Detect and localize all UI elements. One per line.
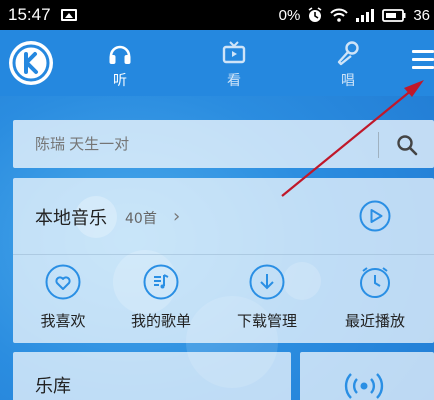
radio-card[interactable] <box>300 352 434 400</box>
image-notification-icon <box>60 9 77 21</box>
tab-watch-label: 看 <box>227 73 241 89</box>
heart-icon <box>45 264 81 300</box>
local-music-title[interactable]: 本地音乐 <box>35 204 107 230</box>
playlist-icon <box>143 264 179 300</box>
tv-icon <box>204 38 264 66</box>
download-icon <box>249 264 285 300</box>
status-time: 15:47 <box>8 5 51 24</box>
microphone-icon <box>318 38 378 66</box>
quick-favorites-label: 我喜欢 <box>40 312 86 330</box>
quick-downloads[interactable]: 下载管理 <box>227 264 307 331</box>
alarm-icon <box>307 7 323 23</box>
headphones-icon <box>90 38 150 66</box>
play-all-button[interactable] <box>359 200 391 232</box>
tab-watch[interactable]: 看 <box>204 38 264 90</box>
quick-favorites[interactable]: 我喜欢 <box>23 264 103 331</box>
radio-broadcast-icon <box>344 370 384 400</box>
local-music-card: 本地音乐 40首 › 我喜欢 我的歌单 下载管理 最近播放 <box>13 178 434 343</box>
tab-listen[interactable]: 听 <box>90 38 150 90</box>
signal-icon <box>355 8 375 22</box>
clock-icon <box>357 264 393 300</box>
status-icons: 0% 36 <box>279 7 434 24</box>
top-nav: 听 看 唱 <box>0 30 434 96</box>
search-icon <box>397 135 418 156</box>
divider <box>13 254 434 255</box>
local-music-count: 40首 <box>125 211 157 227</box>
quick-playlists[interactable]: 我的歌单 <box>121 264 201 331</box>
menu-icon[interactable] <box>412 50 434 74</box>
music-library-card[interactable]: 乐库 <box>13 352 291 400</box>
battery-level-label: 36 <box>413 6 430 24</box>
search-divider <box>378 132 379 158</box>
data-usage-label: 0% <box>278 6 301 24</box>
play-icon <box>359 200 391 232</box>
quick-recent[interactable]: 最近播放 <box>335 264 415 331</box>
app-screen: 15:47 0% 36 听 看 唱 陈瑞 天生一对 本地音乐 40首 › 我喜欢… <box>0 0 434 400</box>
tab-sing[interactable]: 唱 <box>318 38 378 90</box>
status-bar: 15:47 0% 36 <box>0 0 434 30</box>
battery-icon <box>382 8 406 22</box>
kugou-logo[interactable] <box>9 41 53 85</box>
quick-playlists-label: 我的歌单 <box>130 312 191 330</box>
quick-recent-label: 最近播放 <box>344 312 405 330</box>
tab-sing-label: 唱 <box>341 73 355 89</box>
search-input[interactable] <box>33 120 377 170</box>
search-button[interactable] <box>393 131 421 159</box>
search-bar <box>13 120 434 170</box>
tab-listen-label: 听 <box>113 73 127 89</box>
logo-k-icon <box>12 44 50 82</box>
wifi-icon <box>330 8 349 22</box>
chevron-right-icon[interactable]: › <box>173 206 180 227</box>
quick-downloads-label: 下载管理 <box>236 312 297 330</box>
music-library-title: 乐库 <box>35 376 71 397</box>
